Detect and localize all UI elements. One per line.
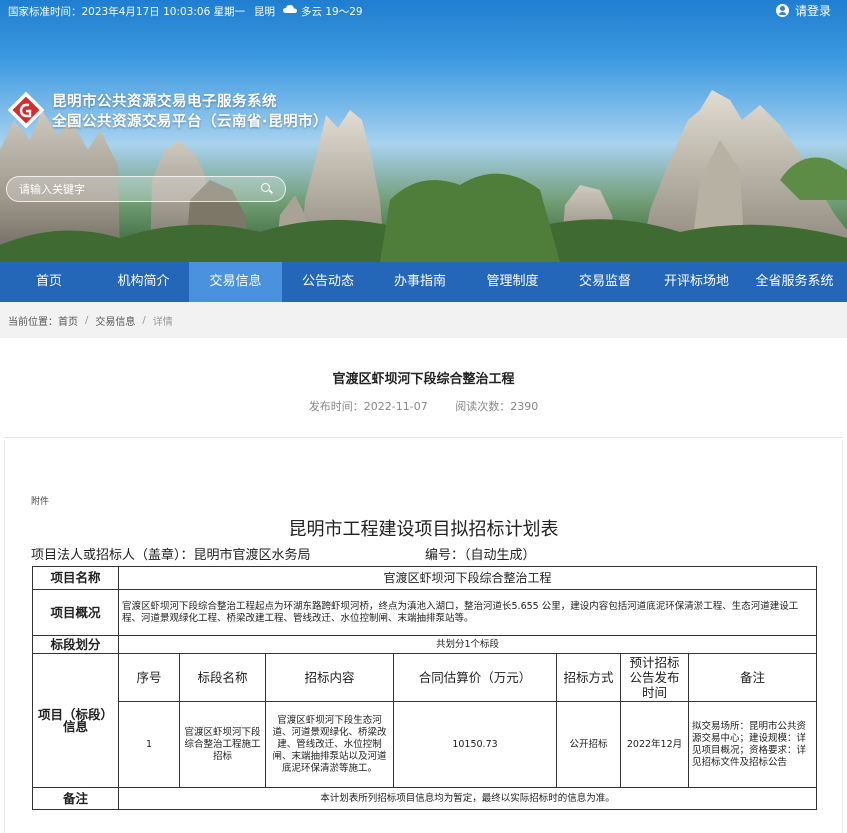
info-label: 项目（标段）信息 [32, 653, 119, 788]
login-label: 请登录 [795, 4, 832, 18]
document-code: 编号：（自动生成） [425, 548, 536, 563]
document-title: 昆明市工程建设项目拟招标计划表 [288, 519, 559, 540]
owner-line: 项目法人或招标人（盖章）：昆明市官渡区水务局 编号：（自动生成） [31, 544, 536, 563]
column-header: 合同估算价（万元） [393, 653, 557, 702]
top-info-bar: 国家标准时间：2023年4月17日 10:03:06 星期一 昆明 多云 19～… [0, 0, 847, 22]
site-title-line2: 全国公共资源交易平台（云南省·昆明市） [52, 114, 329, 130]
table-row: 项目名称 官渡区虾坝河下段综合整治工程 [32, 566, 818, 590]
project-name-value: 官渡区虾坝河下段综合整治工程 [117, 566, 818, 590]
content-border-right [842, 440, 843, 833]
nav-item-about[interactable]: 机构简介 [98, 262, 189, 302]
column-header: 招标方式 [556, 653, 621, 702]
breadcrumb-separator: / [85, 314, 89, 326]
breadcrumb-separator: / [142, 314, 146, 326]
header-banner: 国家标准时间：2023年4月17日 10:03:06 星期一 昆明 多云 19～… [0, 0, 847, 262]
row-price: 10150.73 [393, 701, 557, 788]
remark-value: 本计划表所列招标项目信息均为暂定，最终以实际招标时的信息为准。 [117, 787, 818, 810]
overview-label: 项目概况 [32, 589, 119, 636]
nav-item-guide[interactable]: 办事指南 [374, 262, 466, 302]
read-count: 阅读次数：2390 [455, 400, 539, 413]
row-no: 1 [118, 701, 180, 788]
site-title: 昆明市公共资源交易电子服务系统 全国公共资源交易平台（云南省·昆明市） [52, 92, 328, 132]
platform-logo [8, 92, 44, 128]
row-date: 2022年12月 [620, 701, 689, 788]
row-section-name: 官渡区虾坝河下段综合整治工程施工招标 [179, 701, 266, 788]
search-icon[interactable] [261, 183, 273, 195]
breadcrumb-prefix: 当前位置： [8, 316, 58, 328]
search-input[interactable] [7, 177, 261, 201]
table-row: 备注 本计划表所列招标项目信息均为暂定，最终以实际招标时的信息为准。 [32, 787, 818, 810]
user-icon [776, 4, 789, 17]
column-header: 标段名称 [179, 653, 266, 702]
nav-item-province-systems[interactable]: 全省服务系统 [742, 262, 847, 302]
cloud-icon [283, 5, 297, 13]
section-value: 共划分1个标段 [117, 635, 818, 654]
breadcrumb-home[interactable]: 首页 [58, 313, 78, 328]
site-title-line1: 昆明市公共资源交易电子服务系统 [52, 94, 277, 110]
article-meta: 发布时间：2022-11-07 阅读次数：2390 [4, 398, 843, 414]
project-name-label: 项目名称 [32, 566, 119, 590]
nav-item-supervision[interactable]: 交易监督 [559, 262, 651, 302]
row-method: 公开招标 [556, 701, 621, 788]
column-header: 备注 [687, 653, 818, 702]
article-header: 官渡区虾坝河下段综合整治工程 发布时间：2022-11-07 阅读次数：2390 [4, 338, 843, 438]
column-header: 招标内容 [265, 653, 394, 702]
content-border-left [4, 440, 5, 833]
table-row: 项目概况 官渡区虾坝河下段综合整治工程起点为环湖东路跨虾坝河桥，终点为滇池入湖口… [32, 589, 818, 636]
breadcrumb: 当前位置： 首页 / 交易信息 / 详情 [0, 302, 847, 338]
column-header: 预计招标公告发布时间 [620, 653, 689, 702]
weather-text: 多云 19～29 [301, 6, 363, 18]
row-remark: 拟交易场所：昆明市公共资源交易中心；建设规模：详见项目概况；资格要求：详见招标文… [687, 701, 818, 788]
nav-item-announcements[interactable]: 公告动态 [282, 262, 374, 302]
column-header: 序号 [118, 653, 180, 702]
nav-item-home[interactable]: 首页 [0, 262, 98, 302]
attachment-label: 附件 [31, 497, 50, 507]
table-row: 标段划分 共划分1个标段 [32, 635, 818, 654]
article-title: 官渡区虾坝河下段综合整治工程 [332, 372, 515, 387]
nav-item-venues[interactable]: 开评标场地 [651, 262, 742, 302]
standard-time: 国家标准时间：2023年4月17日 10:03:06 星期一 [8, 6, 246, 18]
remark-label: 备注 [32, 787, 119, 810]
section-label: 标段划分 [32, 635, 119, 654]
nav-item-regulations[interactable]: 管理制度 [466, 262, 559, 302]
overview-value: 官渡区虾坝河下段综合整治工程起点为环湖东路跨虾坝河桥，终点为滇池入湖口，整治河道… [117, 589, 818, 636]
nav-item-trade-info[interactable]: 交易信息 [189, 262, 282, 302]
weather-city: 昆明 [254, 6, 275, 18]
table-row: 项目（标段）信息 序号 标段名称 招标内容 合同估算价（万元） 招标方式 预计招… [32, 653, 818, 788]
login-link[interactable]: 请登录 [776, 2, 831, 19]
row-content: 官渡区虾坝河下段生态河道、河道景观绿化、桥梁改建、管线改迁、水位控制闸、末端抽排… [265, 701, 394, 788]
tenderer: 项目法人或招标人（盖章）：昆明市官渡区水务局 [31, 548, 311, 563]
breadcrumb-trade-info[interactable]: 交易信息 [95, 313, 135, 328]
publish-time: 发布时间：2022-11-07 [308, 400, 428, 413]
tender-plan-table: 项目名称 官渡区虾坝河下段综合整治工程 项目概况 官渡区虾坝河下段综合整治工程起… [32, 566, 818, 810]
main-nav: 首页 机构简介 交易信息 公告动态 办事指南 管理制度 交易监督 开评标场地 全… [0, 262, 847, 302]
breadcrumb-current: 详情 [152, 316, 173, 328]
search-box [6, 176, 286, 202]
table-row: 1 官渡区虾坝河下段综合整治工程施工招标 官渡区虾坝河下段生态河道、河道景观绿化… [33, 701, 818, 788]
